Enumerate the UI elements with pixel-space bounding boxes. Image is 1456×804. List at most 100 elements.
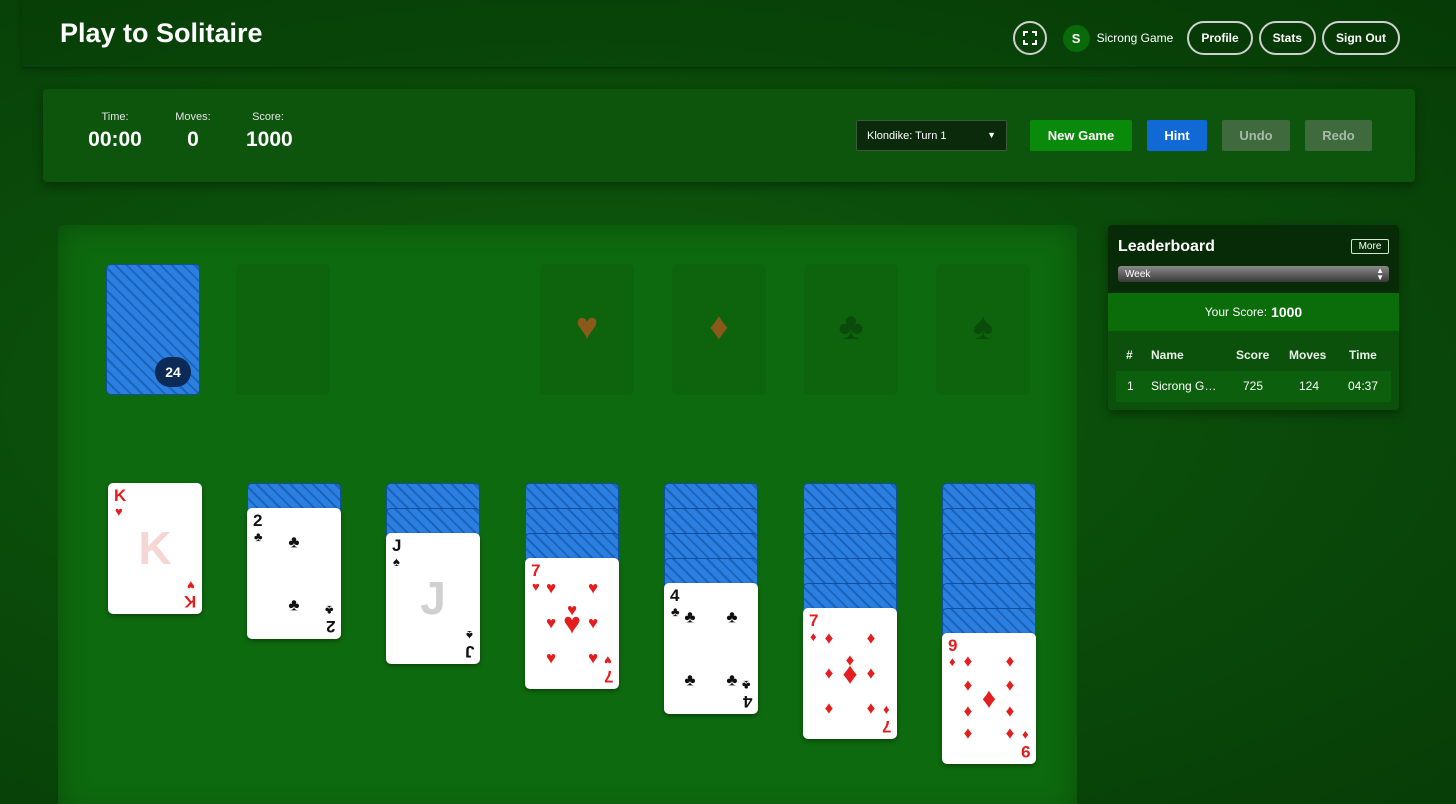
moves-stat: Moves: 0 bbox=[173, 111, 213, 152]
status-panel: Time: 00:00 Moves: 0 Score: 1000 Klondik… bbox=[43, 89, 1415, 182]
leaderboard-more-button[interactable]: More bbox=[1351, 239, 1389, 254]
stats-button[interactable]: Stats bbox=[1258, 21, 1316, 55]
diamond-icon: ♦ bbox=[963, 723, 973, 743]
stock-count-badge: 24 bbox=[155, 357, 191, 387]
new-game-button[interactable]: New Game bbox=[1030, 120, 1132, 151]
diamond-icon: ♦ bbox=[709, 306, 729, 348]
diamond-icon: ♦ bbox=[1005, 701, 1015, 721]
heart-icon: ♥ bbox=[545, 613, 557, 633]
app-header: Play to Solitaire S Sicrong Game Profile… bbox=[22, 0, 1456, 68]
moves-value: 0 bbox=[187, 128, 199, 151]
tableau-card-9-diamond[interactable]: 9 ♦ 9 ♦ ♦ ♦ ♦ ♦ ♦ ♦ ♦ ♦ ♦ bbox=[942, 633, 1036, 764]
tableau-card-2-club[interactable]: 2 ♣ 2 ♣ ♣ ♣ bbox=[247, 508, 341, 639]
time-value: 00:00 bbox=[88, 128, 142, 151]
leaderboard-header-row: # Name Score Moves Time bbox=[1116, 340, 1391, 371]
card-rank: 7 bbox=[603, 667, 613, 686]
profile-button[interactable]: Profile bbox=[1187, 21, 1253, 55]
card-face-letter: K bbox=[138, 522, 172, 574]
score-value: 1000 bbox=[246, 128, 293, 151]
diamond-icon: ♦ bbox=[866, 698, 876, 718]
diamond-icon: ♦ bbox=[824, 628, 834, 648]
club-icon: ♣ bbox=[838, 306, 864, 348]
club-icon: ♣ bbox=[325, 603, 334, 618]
spade-icon: ♠ bbox=[393, 554, 400, 569]
game-mode-select[interactable]: Klondike: Turn 1 ▼ bbox=[856, 120, 1007, 151]
heart-icon: ♥ bbox=[587, 578, 599, 598]
card-rank: 2 bbox=[253, 511, 263, 530]
row-moves: 124 bbox=[1299, 379, 1320, 393]
diamond-icon: ♦ bbox=[963, 651, 973, 671]
card-face-letter: J bbox=[420, 572, 446, 624]
card-rank: 7 bbox=[881, 717, 891, 736]
tableau-card-j-spade[interactable]: J ♠ J ♠ J bbox=[386, 533, 480, 664]
diamond-icon: ♦ bbox=[949, 654, 956, 669]
leaderboard-table: # Name Score Moves Time 1 Sicrong G… 725… bbox=[1116, 340, 1391, 402]
foundation-diamonds[interactable]: ♦ bbox=[672, 264, 766, 395]
leaderboard-header: Leaderboard More Week ▲ ▼ bbox=[1108, 225, 1399, 293]
col-moves: Moves bbox=[1289, 348, 1327, 362]
leaderboard-period-select[interactable]: Week ▲ ▼ bbox=[1118, 266, 1389, 282]
diamond-icon: ♦ bbox=[981, 682, 997, 714]
undo-button[interactable]: Undo bbox=[1222, 120, 1290, 151]
row-score: 725 bbox=[1243, 379, 1264, 393]
foundation-spades[interactable]: ♠ bbox=[936, 264, 1030, 395]
diamond-icon: ♦ bbox=[1005, 651, 1015, 671]
club-icon: ♣ bbox=[684, 670, 696, 690]
leaderboard-panel: Leaderboard More Week ▲ ▼ Your Score: 100… bbox=[1108, 225, 1399, 410]
user-name: Sicrong Game bbox=[1096, 31, 1174, 45]
card-rank: 9 bbox=[948, 636, 958, 655]
leaderboard-period-value: Week bbox=[1125, 268, 1151, 280]
leaderboard-title: Leaderboard bbox=[1118, 238, 1215, 255]
tableau-card-7-heart[interactable]: 7 ♥ 7 ♥ ♥ ♥ ♥ ♥ ♥ ♥ ♥ ♥ bbox=[525, 558, 619, 689]
redo-button[interactable]: Redo bbox=[1305, 120, 1372, 151]
diamond-icon: ♦ bbox=[963, 701, 973, 721]
col-name: Name bbox=[1151, 348, 1184, 362]
row-rank: 1 bbox=[1127, 379, 1134, 393]
avatar[interactable]: S bbox=[1062, 24, 1090, 52]
tableau-card-4-club[interactable]: 4 ♣ 4 ♣ ♣ ♣ ♣ ♣ bbox=[664, 583, 758, 714]
tableau-card-k-heart[interactable]: K ♥ K ♥ K bbox=[108, 483, 202, 614]
club-icon: ♣ bbox=[726, 607, 738, 627]
diamond-icon: ♦ bbox=[866, 628, 876, 648]
your-score-row: Your Score: 1000 bbox=[1108, 293, 1399, 331]
club-icon: ♣ bbox=[684, 607, 696, 627]
card-rank: 4 bbox=[742, 692, 752, 711]
heart-icon: ♥ bbox=[587, 613, 599, 633]
foundation-hearts[interactable]: ♥ bbox=[540, 264, 634, 395]
diamond-icon: ♦ bbox=[1005, 723, 1015, 743]
card-rank: 9 bbox=[1020, 742, 1030, 761]
score-label: Score: bbox=[252, 111, 284, 123]
heart-icon: ♥ bbox=[575, 306, 599, 348]
stock-pile[interactable]: 24 bbox=[106, 264, 200, 395]
row-name: Sicrong G… bbox=[1151, 379, 1217, 393]
diamond-icon: ♦ bbox=[824, 698, 834, 718]
tableau-card-7-diamond[interactable]: 7 ♦ 7 ♦ ♦ ♦ ♦ ♦ ♦ ♦ ♦ ♦ bbox=[803, 608, 897, 739]
card-rank: 2 bbox=[325, 617, 335, 636]
card-rank: K bbox=[114, 486, 127, 505]
time-label: Time: bbox=[101, 111, 129, 123]
heart-icon: ♥ bbox=[545, 578, 557, 598]
col-rank: # bbox=[1126, 348, 1133, 362]
club-icon: ♣ bbox=[726, 670, 738, 690]
waste-pile[interactable] bbox=[236, 264, 330, 395]
card-rank: J bbox=[392, 536, 402, 555]
fullscreen-icon bbox=[1022, 31, 1037, 45]
your-score-label: Your Score: bbox=[1204, 305, 1268, 319]
col-time: Time bbox=[1349, 348, 1377, 362]
card-rank: 7 bbox=[531, 561, 541, 580]
sign-out-button[interactable]: Sign Out bbox=[1322, 21, 1400, 55]
diamond-icon: ♦ bbox=[842, 657, 858, 691]
card-rank: 7 bbox=[809, 611, 819, 630]
heart-icon: ♥ bbox=[587, 648, 599, 668]
club-icon: ♣ bbox=[254, 529, 263, 544]
heart-icon: ♥ bbox=[563, 607, 581, 641]
foundation-clubs[interactable]: ♣ bbox=[804, 264, 898, 395]
moves-label: Moves: bbox=[175, 111, 211, 123]
club-icon: ♣ bbox=[742, 678, 751, 693]
hint-button[interactable]: Hint bbox=[1147, 120, 1207, 151]
leaderboard-row[interactable]: 1 Sicrong G… 725 124 04:37 bbox=[1116, 371, 1391, 402]
your-score-value: 1000 bbox=[1271, 304, 1303, 320]
diamond-icon: ♦ bbox=[1022, 728, 1029, 743]
diamond-icon: ♦ bbox=[866, 663, 876, 683]
fullscreen-button[interactable] bbox=[1012, 21, 1047, 55]
